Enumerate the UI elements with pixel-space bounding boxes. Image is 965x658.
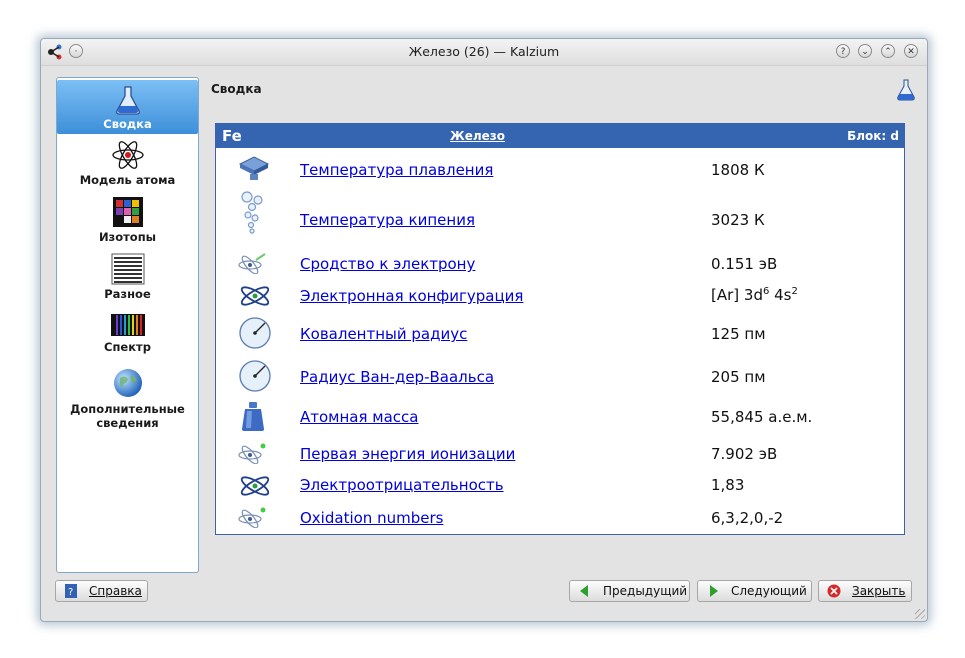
close-button[interactable]: Закрыть	[818, 580, 912, 602]
property-link[interactable]: Первая энергия ионизации	[300, 445, 515, 463]
sidebar-item-spectrum[interactable]: Спектр	[57, 314, 198, 354]
help-button[interactable]: ? Справка	[55, 580, 148, 602]
property-value: 7.902 эВ	[711, 445, 778, 463]
sidebar-item-summary[interactable]: Сводка	[57, 80, 198, 134]
maximize-button[interactable]: ⌃	[881, 44, 895, 58]
close-window-button[interactable]: ✕	[904, 44, 918, 58]
close-icon	[827, 584, 841, 598]
property-value: 125 пм	[711, 325, 766, 343]
property-value: 6,3,2,0,-2	[711, 509, 784, 527]
property-link[interactable]: Температура кипения	[300, 211, 475, 229]
melting-icon	[238, 156, 270, 180]
sidebar-item-misc[interactable]: Разное	[57, 253, 198, 301]
property-value: 0.151 эВ	[711, 255, 778, 273]
property-link[interactable]: Сродство к электрону	[300, 255, 475, 273]
title-bar[interactable]: · Железо (26) — Kalzium ? ⌄ ⌃ ✕	[41, 39, 927, 66]
page-title: Сводка	[211, 82, 262, 96]
globe-icon	[113, 369, 142, 397]
sidebar-item-label: Модель атома	[79, 173, 176, 187]
table-row: Радиус Ван-дер-Ваальса 205 пм	[216, 357, 904, 395]
property-value: 3023 К	[711, 211, 765, 229]
radius-icon	[239, 317, 271, 349]
atom-icon	[111, 141, 144, 169]
kalzium-window: · Железо (26) — Kalzium ? ⌄ ⌃ ✕ Сводка М…	[40, 38, 928, 622]
property-value: 205 пм	[711, 368, 766, 386]
property-value: [Ar] 3d6 4s2	[711, 286, 798, 304]
misc-icon	[111, 253, 144, 285]
table-row: Ковалентный радиус 125 пм	[216, 314, 904, 352]
electron-affinity-icon	[238, 253, 266, 274]
arrow-left-icon	[580, 585, 588, 597]
sidebar-item-label: Спектр	[104, 340, 151, 354]
sidebar-item-label: Дополнительные сведения	[70, 402, 185, 430]
sidebar-item-isotopes[interactable]: Изотопы	[57, 196, 198, 244]
table-row: Электроотрицательность 1,83	[216, 470, 904, 502]
property-link[interactable]: Oxidation numbers	[300, 509, 443, 527]
property-link[interactable]: Электронная конфигурация	[300, 287, 523, 305]
flask-icon	[897, 79, 915, 101]
svg-text:?: ?	[68, 587, 73, 598]
spectrum-icon	[110, 314, 145, 336]
element-name-link[interactable]: Железо	[450, 129, 505, 143]
table-row: Oxidation numbers 6,3,2,0,-2	[216, 504, 904, 530]
electronegativity-icon	[240, 476, 270, 496]
resize-grip[interactable]	[915, 609, 925, 619]
table-row: Сродство к электрону 0.151 эВ	[216, 250, 904, 276]
table-row: Атомная масса 55,845 а.е.м.	[216, 400, 904, 434]
table-row: Первая энергия ионизации 7.902 эВ	[216, 440, 904, 466]
minimize-button[interactable]: ⌄	[858, 44, 872, 58]
weight-icon	[242, 402, 264, 431]
element-block: Блок: d	[847, 129, 899, 143]
window-title: Железо (26) — Kalzium	[408, 44, 560, 59]
property-link[interactable]: Температура плавления	[300, 161, 493, 179]
property-link[interactable]: Атомная масса	[300, 408, 418, 426]
property-value: 1,83	[711, 476, 745, 494]
property-link[interactable]: Электроотрицательность	[300, 476, 504, 494]
vdw-radius-icon	[239, 360, 271, 392]
isotopes-icon	[112, 197, 143, 227]
help-book-icon: ?	[65, 584, 77, 598]
oxidation-icon	[238, 507, 266, 528]
main-content: Сводка Fe Железо Блок: d Температура пла…	[205, 77, 921, 573]
property-link[interactable]: Ковалентный радиус	[300, 325, 467, 343]
property-value: 55,845 а.е.м.	[711, 408, 813, 426]
sidebar-item-label: Сводка	[103, 117, 152, 131]
element-symbol: Fe	[222, 127, 242, 145]
sidebar-item-atom-model[interactable]: Модель атома	[57, 139, 198, 187]
table-row: Температура кипения 3023 К	[216, 190, 904, 238]
previous-button[interactable]: Предыдущий	[569, 580, 690, 602]
help-titlebar-button[interactable]: ?	[836, 44, 850, 58]
element-summary-panel: Fe Железо Блок: d Температура плавления …	[215, 123, 905, 535]
table-row: Температура плавления 1808 К	[216, 154, 904, 186]
sidebar-item-label: Разное	[104, 287, 151, 301]
arrow-right-icon	[710, 585, 718, 597]
table-row: Электронная конфигурация [Ar] 3d6 4s2	[216, 280, 904, 312]
property-link[interactable]: Радиус Ван-дер-Ваальса	[300, 368, 494, 386]
electron-config-icon	[240, 286, 270, 306]
ionization-icon	[238, 443, 266, 464]
boiling-icon	[241, 191, 263, 234]
sidebar: Сводка Модель атома Изотопы Разное Спект…	[56, 77, 199, 573]
flask-icon	[115, 86, 140, 115]
element-header: Fe Железо Блок: d	[216, 124, 904, 148]
sidebar-item-additional-info[interactable]: Дополнительные сведения	[57, 367, 198, 430]
next-button[interactable]: Следующий	[697, 580, 812, 602]
property-value: 1808 К	[711, 161, 765, 179]
sidebar-item-label: Изотопы	[98, 230, 157, 244]
